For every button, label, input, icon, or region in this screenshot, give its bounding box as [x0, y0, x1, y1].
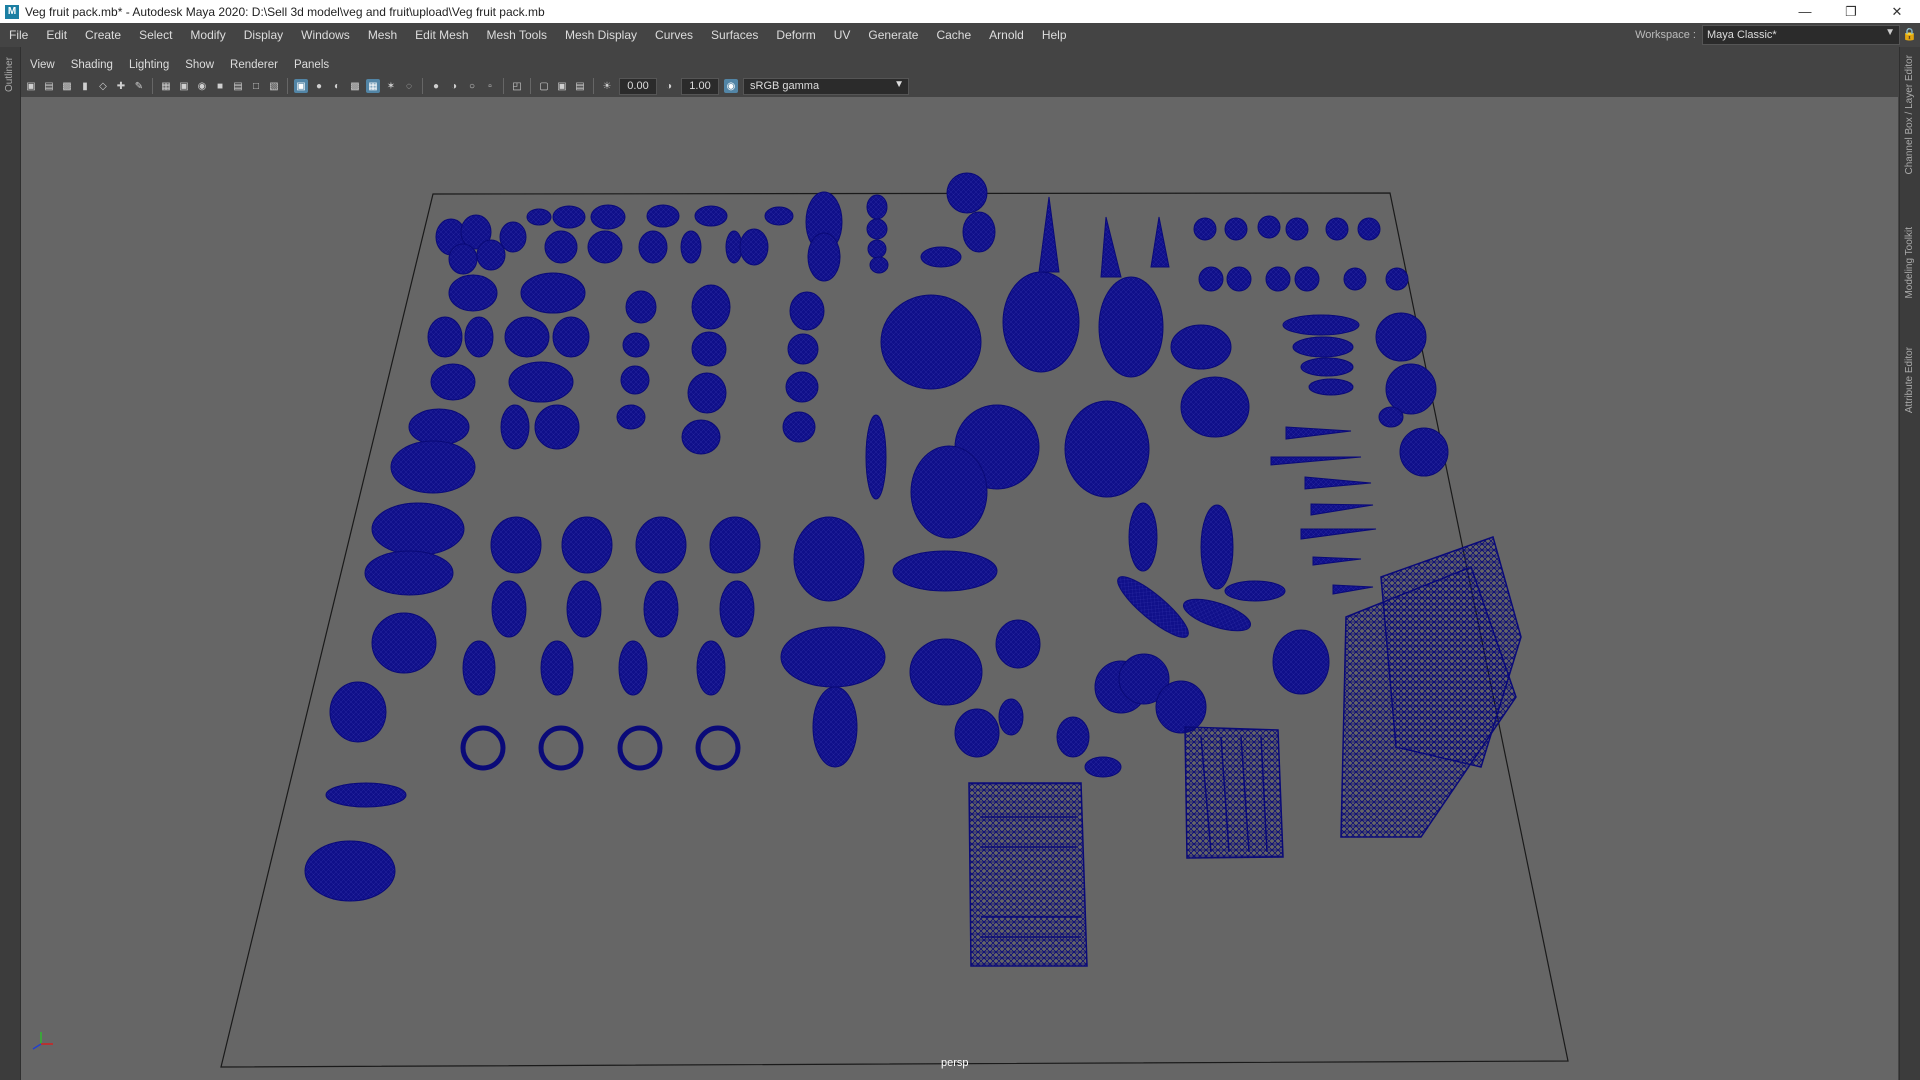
window-title: Veg fruit pack.mb* - Autodesk Maya 2020:… — [25, 4, 545, 19]
camera-name-label: persp — [941, 1057, 969, 1069]
field-chart-icon[interactable]: ▤ — [231, 79, 245, 93]
shadows-icon[interactable]: ◌ — [402, 79, 416, 93]
lock-camera-icon[interactable]: ▤ — [42, 79, 56, 93]
menu-cache[interactable]: Cache — [927, 28, 980, 42]
depth-of-field-icon[interactable]: ▫ — [483, 79, 497, 93]
ambient-occlusion-icon[interactable]: ● — [429, 79, 443, 93]
toolbar-separator — [422, 78, 423, 94]
camera-attributes-icon[interactable]: ▩ — [60, 79, 74, 93]
menu-curves[interactable]: Curves — [646, 28, 702, 42]
smooth-shade-icon[interactable]: ● — [312, 79, 326, 93]
workspace-selector: Workspace : Maya Classic* ▼ — [1635, 25, 1900, 45]
safe-title-icon[interactable]: ▧ — [267, 79, 281, 93]
panel-toolbar: ▣ ▤ ▩ ▮ ◇ ✚ ✎ ▦ ▣ ◉ ■ ▤ □ ▧ ▣ ● ◐ ▩ ▦ ✶ … — [22, 75, 1898, 97]
menu-generate[interactable]: Generate — [859, 28, 927, 42]
restore-icon[interactable]: ❐ — [1828, 0, 1874, 23]
backface-culling-icon[interactable]: ▤ — [573, 79, 587, 93]
xray-joints-icon[interactable]: ▢ — [537, 79, 551, 93]
bookmark-icon[interactable]: ▮ — [78, 79, 92, 93]
select-camera-icon[interactable]: ▣ — [24, 79, 38, 93]
toolbar-separator — [287, 78, 288, 94]
toolbar-separator — [530, 78, 531, 94]
safe-action-icon[interactable]: □ — [249, 79, 263, 93]
main-menu-bar: File Edit Create Select Modify Display W… — [0, 23, 1920, 47]
menu-mesh[interactable]: Mesh — [359, 28, 406, 42]
panel-menu-shading[interactable]: Shading — [63, 59, 121, 71]
leafy-greens — [1272, 629, 1330, 695]
toolbar-separator — [503, 78, 504, 94]
panel-menu-show[interactable]: Show — [177, 59, 222, 71]
close-icon[interactable]: ✕ — [1874, 0, 1920, 23]
view-transform-value: sRGB gamma — [750, 80, 820, 92]
menu-deform[interactable]: Deform — [767, 28, 824, 42]
resolution-gate-icon[interactable]: ◉ — [195, 79, 209, 93]
panel-menu-renderer[interactable]: Renderer — [222, 59, 286, 71]
channel-box-tab[interactable]: Channel Box / Layer Editor — [1904, 55, 1915, 175]
menu-edit-mesh[interactable]: Edit Mesh — [406, 28, 477, 42]
outliner-tab[interactable]: Outliner — [4, 57, 15, 92]
attribute-editor-tab[interactable]: Attribute Editor — [1904, 347, 1915, 413]
menu-select[interactable]: Select — [130, 28, 181, 42]
left-side-strip: Outliner — [0, 47, 21, 1080]
right-side-strip: Channel Box / Layer Editor Modeling Tool… — [1899, 47, 1920, 1080]
isolate-select-icon[interactable]: ◰ — [510, 79, 524, 93]
wireframe-crates — [968, 536, 1522, 967]
pepper-rings — [460, 725, 741, 771]
xray-icon[interactable]: ▦ — [366, 79, 380, 93]
axis-gizmo — [32, 1032, 53, 1050]
textured-icon[interactable]: ▩ — [348, 79, 362, 93]
panel-menu-lighting[interactable]: Lighting — [121, 59, 177, 71]
exposure-field[interactable]: 0.00 — [619, 77, 657, 95]
color-management-icon[interactable]: ◉ — [724, 79, 738, 93]
gamma-field[interactable]: 1.00 — [681, 77, 719, 95]
modeling-toolkit-tab[interactable]: Modeling Toolkit — [1904, 227, 1915, 299]
wireframe-icon[interactable]: ▣ — [294, 79, 308, 93]
menu-display[interactable]: Display — [235, 28, 292, 42]
menu-help[interactable]: Help — [1033, 28, 1076, 42]
title-bar: M Veg fruit pack.mb* - Autodesk Maya 202… — [0, 0, 1920, 23]
film-gate-icon[interactable]: ▣ — [177, 79, 191, 93]
anti-aliasing-icon[interactable]: ○ — [465, 79, 479, 93]
menu-mesh-tools[interactable]: Mesh Tools — [478, 28, 556, 42]
menu-surfaces[interactable]: Surfaces — [702, 28, 767, 42]
workspace-label: Workspace : — [1635, 29, 1696, 41]
default-lighting-icon[interactable]: ◐ — [330, 79, 344, 93]
exposure-icon[interactable]: ☀ — [600, 79, 614, 93]
grid-icon[interactable]: ▦ — [159, 79, 173, 93]
minimize-icon[interactable]: — — [1782, 0, 1828, 23]
toolbar-separator — [152, 78, 153, 94]
chevron-down-icon: ▼ — [1885, 27, 1895, 38]
viewport-scene — [32, 172, 1569, 1068]
view-transform-dropdown[interactable]: sRGB gamma ▼ — [743, 77, 909, 95]
gate-mask-icon[interactable]: ■ — [213, 79, 227, 93]
panel-menu-view[interactable]: View — [22, 59, 63, 71]
menu-create[interactable]: Create — [76, 28, 130, 42]
workspace-dropdown[interactable]: Maya Classic* ▼ — [1702, 25, 1900, 45]
image-plane-icon[interactable]: ◇ — [96, 79, 110, 93]
chevron-down-icon: ▼ — [894, 78, 904, 90]
menu-modify[interactable]: Modify — [181, 28, 234, 42]
panel-menu-bar: View Shading Lighting Show Renderer Pane… — [22, 56, 337, 74]
perspective-viewport[interactable]: persp — [21, 97, 1898, 1080]
maya-app-icon: M — [5, 4, 19, 19]
gamma-icon[interactable]: ◑ — [662, 79, 676, 93]
use-lights-icon[interactable]: ✶ — [384, 79, 398, 93]
menu-mesh-display[interactable]: Mesh Display — [556, 28, 646, 42]
menu-file[interactable]: File — [0, 28, 37, 42]
menu-arnold[interactable]: Arnold — [980, 28, 1033, 42]
motion-blur-icon[interactable]: ◑ — [447, 79, 461, 93]
menu-uv[interactable]: UV — [825, 28, 860, 42]
xray-active-icon[interactable]: ▣ — [555, 79, 569, 93]
lock-icon[interactable]: 🔒 — [1902, 27, 1917, 43]
workspace-value: Maya Classic* — [1707, 29, 1777, 41]
menu-edit[interactable]: Edit — [37, 28, 76, 42]
menu-windows[interactable]: Windows — [292, 28, 359, 42]
window-controls: — ❐ ✕ — [1782, 0, 1920, 23]
panel-menu-panels[interactable]: Panels — [286, 59, 337, 71]
2d-pan-zoom-icon[interactable]: ✚ — [114, 79, 128, 93]
grease-pencil-icon[interactable]: ✎ — [132, 79, 146, 93]
toolbar-separator — [593, 78, 594, 94]
